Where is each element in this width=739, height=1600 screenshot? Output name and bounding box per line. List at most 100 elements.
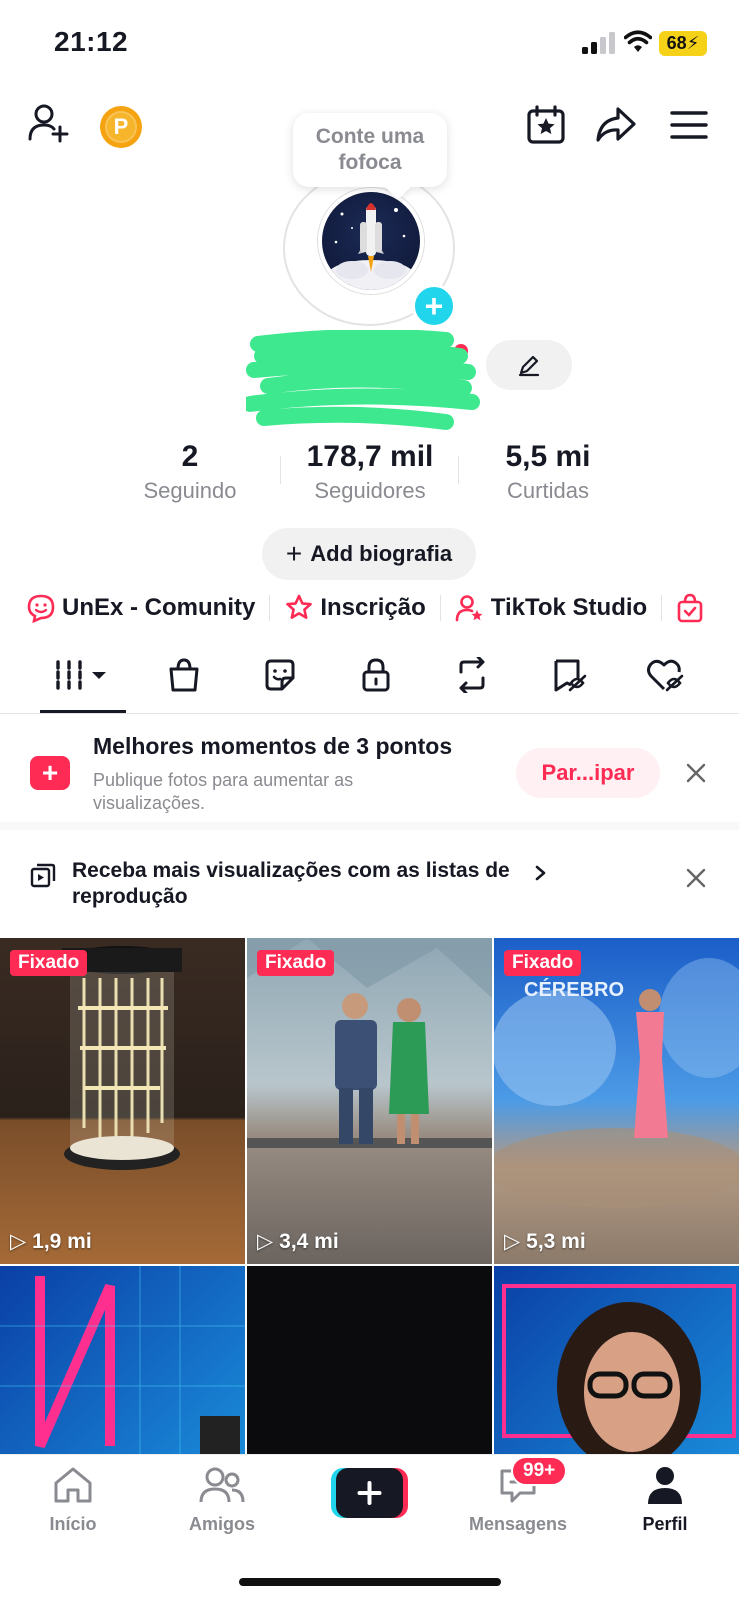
thumbnail-presenters bbox=[247, 938, 492, 1148]
star-ribbon-icon bbox=[286, 594, 313, 619]
chevron-right-icon bbox=[535, 865, 546, 881]
rocket-launch-image bbox=[327, 203, 415, 290]
add-bio-button[interactable]: + Add biografia bbox=[262, 528, 476, 580]
followers-stat[interactable]: 178,7 mil Seguidores bbox=[290, 440, 450, 504]
following-count: 2 bbox=[181, 440, 199, 473]
nav-profile[interactable]: Perfil bbox=[610, 1465, 720, 1535]
active-tab-indicator bbox=[40, 710, 126, 713]
followers-label: Seguidores bbox=[314, 478, 426, 503]
shopping-bag-check-icon bbox=[677, 593, 703, 623]
add-photo-icon: + bbox=[30, 756, 70, 790]
sticker-icon bbox=[265, 659, 295, 691]
add-friend-button[interactable] bbox=[26, 100, 72, 146]
shopping-bag-icon bbox=[169, 658, 199, 692]
hamburger-menu-icon bbox=[670, 111, 708, 139]
view-count-value: 1,9 mi bbox=[32, 1229, 92, 1253]
tab-private[interactable] bbox=[340, 636, 412, 714]
thumbnail-quantum-computer bbox=[62, 946, 182, 1170]
video-thumbnail[interactable] bbox=[494, 1266, 739, 1454]
smile-bubble-icon bbox=[27, 594, 55, 623]
home-icon bbox=[54, 1467, 92, 1503]
close-playlist-banner-button[interactable] bbox=[682, 864, 710, 892]
nav-messages-label: Mensagens bbox=[468, 1514, 568, 1534]
profile-links-row: UnEx - Comunity Inscrição TikTok Studio bbox=[26, 588, 704, 628]
view-count: ▷ 5,3 mi bbox=[504, 1229, 586, 1254]
redaction-scribble bbox=[246, 330, 480, 430]
plus-icon: + bbox=[424, 288, 444, 324]
heart-hidden-icon bbox=[647, 659, 684, 692]
coin-icon: P bbox=[105, 111, 137, 143]
video-thumbnail[interactable]: Fixado ▷ 1,9 mi bbox=[0, 938, 245, 1264]
coin-button[interactable]: P bbox=[100, 106, 142, 148]
battery-level: 68 bbox=[666, 33, 687, 53]
menu-button[interactable] bbox=[666, 102, 712, 148]
view-count-value: 3,4 mi bbox=[279, 1229, 339, 1253]
add-bio-label: Add biografia bbox=[310, 541, 453, 566]
friends-icon bbox=[199, 1467, 245, 1503]
shop-link[interactable] bbox=[676, 593, 704, 623]
playlist-icon bbox=[30, 863, 56, 888]
community-link[interactable]: UnEx - Comunity bbox=[26, 593, 255, 623]
nav-home[interactable]: Início bbox=[18, 1465, 128, 1535]
close-promo-button[interactable] bbox=[682, 759, 710, 787]
close-icon bbox=[686, 868, 706, 888]
tab-videos[interactable] bbox=[46, 636, 118, 714]
status-time: 21:12 bbox=[54, 26, 129, 57]
participate-button[interactable]: Par...ipar bbox=[516, 748, 660, 798]
playlist-banner-text[interactable]: Receba mais visualizações com as listas … bbox=[72, 858, 542, 910]
video-thumbnail[interactable]: CÉREBRO Fixado ▷ 5,3 mi bbox=[494, 938, 739, 1264]
share-profile-button[interactable] bbox=[593, 102, 639, 148]
stat-divider bbox=[280, 456, 281, 484]
content-tabs bbox=[0, 636, 739, 714]
home-indicator[interactable] bbox=[239, 1578, 501, 1586]
pinned-badge: Fixado bbox=[257, 950, 335, 976]
person-add-icon bbox=[28, 104, 69, 143]
promo-title: Melhores momentos de 3 pontos bbox=[93, 733, 453, 759]
avatar[interactable] bbox=[318, 188, 424, 294]
playlist-banner-label: Receba mais visualizações com as listas … bbox=[72, 859, 510, 908]
thumbnail-anchor bbox=[502, 1284, 736, 1454]
lock-icon bbox=[362, 658, 390, 692]
edit-profile-button[interactable] bbox=[486, 340, 572, 390]
cellular-signal-icon bbox=[582, 32, 615, 54]
add-story-button[interactable]: + bbox=[412, 284, 456, 328]
subscription-link-label: Inscrição bbox=[320, 594, 426, 621]
repost-icon bbox=[459, 657, 485, 693]
nav-home-label: Início bbox=[49, 1514, 97, 1534]
share-icon bbox=[596, 107, 636, 142]
video-thumbnail[interactable]: Fixado ▷ 3,4 mi bbox=[247, 938, 492, 1264]
person-star-icon bbox=[455, 595, 483, 622]
calendar-star-icon bbox=[527, 105, 565, 144]
create-button[interactable] bbox=[331, 1468, 408, 1518]
pinned-badge: Fixado bbox=[504, 950, 582, 976]
grid-icon bbox=[56, 660, 106, 690]
close-icon bbox=[686, 763, 706, 783]
pinned-badge: Fixado bbox=[10, 950, 88, 976]
status-tooltip[interactable]: Conte uma fofoca bbox=[293, 113, 447, 187]
likes-label: Curtidas bbox=[507, 478, 589, 503]
svg-text:CÉREBRO: CÉREBRO bbox=[524, 978, 624, 1001]
tab-reposts[interactable] bbox=[436, 636, 508, 714]
video-thumbnail[interactable] bbox=[0, 1266, 245, 1454]
tab-liked[interactable] bbox=[630, 636, 702, 714]
tiktok-studio-link[interactable]: TikTok Studio bbox=[455, 593, 647, 623]
tiktok-studio-link-label: TikTok Studio bbox=[490, 594, 648, 621]
calendar-star-button[interactable] bbox=[523, 102, 569, 148]
link-divider bbox=[439, 595, 441, 621]
subscription-link[interactable]: Inscrição bbox=[284, 593, 426, 623]
likes-stat[interactable]: 5,5 mi Curtidas bbox=[478, 440, 618, 504]
nav-friends-label: Amigos bbox=[188, 1514, 255, 1534]
nav-friends[interactable]: Amigos bbox=[167, 1465, 277, 1535]
promo-subtitle: Publique fotos para aumentar as visualiz… bbox=[93, 770, 354, 813]
following-stat[interactable]: 2 Seguindo bbox=[130, 440, 250, 504]
tab-stickers[interactable] bbox=[244, 636, 316, 714]
video-thumbnail[interactable] bbox=[247, 1266, 492, 1454]
tab-favorites[interactable] bbox=[534, 636, 606, 714]
wifi-icon bbox=[624, 30, 652, 52]
view-count: ▷ 1,9 mi bbox=[10, 1229, 92, 1254]
followers-count: 178,7 mil bbox=[306, 440, 434, 473]
play-icon: ▷ bbox=[257, 1230, 274, 1253]
profile-icon bbox=[648, 1467, 682, 1504]
tab-shop[interactable] bbox=[148, 636, 220, 714]
stat-divider bbox=[458, 456, 459, 484]
